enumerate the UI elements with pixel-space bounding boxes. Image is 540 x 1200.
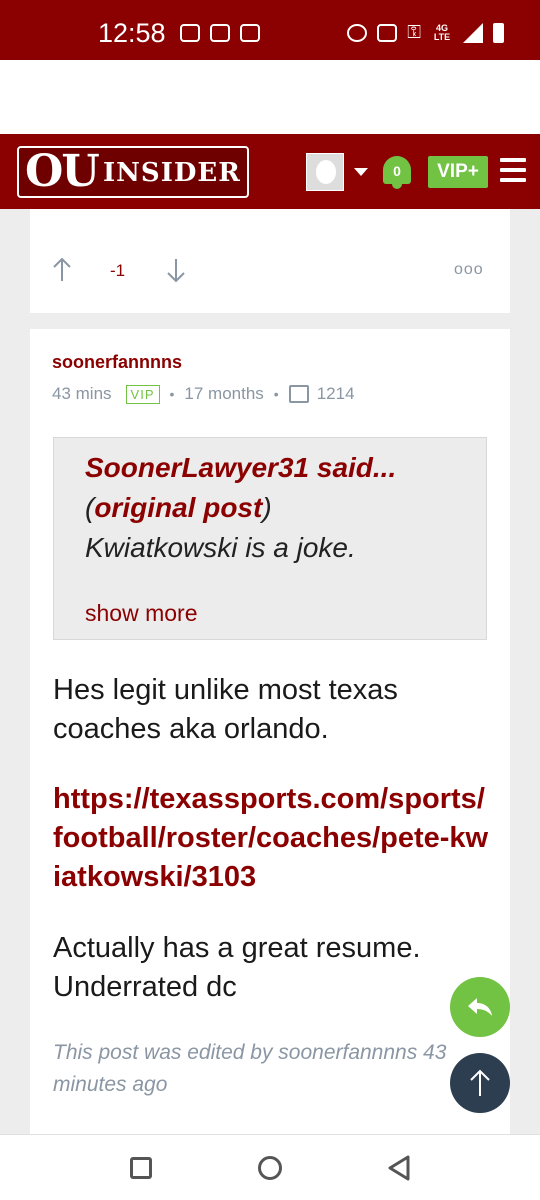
system-icons: ⚿ 4G LTE [347, 22, 504, 43]
battery-icon [493, 22, 504, 43]
downvote-arrow-icon[interactable] [166, 257, 186, 283]
status-bar: 12:58 ⚿ 4G LTE [0, 0, 540, 60]
instagram-icon [240, 24, 260, 42]
post-count: 1214 [316, 384, 355, 403]
more-options-icon[interactable]: ooo [454, 261, 484, 279]
reply-button[interactable] [450, 977, 510, 1037]
quote-block: SoonerLawyer31 said... (original post) K… [53, 437, 487, 640]
post-card: soonerfannnns 43 mins VIP • 17 months • … [30, 329, 510, 1134]
logo-insider: INSIDER [103, 158, 241, 188]
meta-separator: • [273, 386, 279, 402]
vip-badge: VIP [125, 384, 160, 404]
signal-icon [463, 22, 483, 43]
post-paragraph: Actually has a great resume. Underrated … [53, 932, 421, 1003]
nfc-icon [377, 23, 398, 42]
post-paragraph: Hes legit unlike most texas coaches aka … [53, 674, 398, 745]
scroll-to-top-button[interactable] [450, 1053, 510, 1113]
original-post-link[interactable]: original post [94, 492, 262, 523]
chevron-down-icon[interactable] [354, 168, 368, 176]
previous-post-card: -1 ooo [30, 209, 510, 313]
meta-separator: • [169, 386, 175, 402]
post-author[interactable]: soonerfannnns [52, 352, 182, 373]
logo-ou: OU [25, 146, 100, 197]
upvote-arrow-icon[interactable] [52, 257, 72, 283]
post-link[interactable]: https://texassports.com/sports/football/… [53, 780, 493, 897]
arrow-up-icon [470, 1069, 490, 1096]
radio-icon [180, 24, 200, 42]
browser-blank-area [0, 60, 540, 134]
hamburger-menu-icon[interactable] [500, 158, 526, 182]
recent-apps-icon[interactable] [130, 1157, 152, 1179]
user-avatar[interactable] [306, 153, 344, 191]
show-more-link[interactable]: show more [85, 600, 197, 627]
quote-close-paren: ) [262, 492, 272, 523]
reply-arrow-icon [468, 998, 492, 1016]
vip-plus-button[interactable]: VIP+ [428, 156, 488, 188]
quote-original-line: (original post) [85, 492, 272, 524]
back-icon[interactable] [386, 1154, 412, 1182]
mail-icon [210, 24, 230, 42]
notification-icons [180, 24, 260, 42]
network-label: 4G LTE [433, 22, 451, 42]
vote-count: -1 [110, 261, 126, 280]
member-age: 17 months [184, 384, 264, 403]
android-nav-bar [0, 1134, 540, 1200]
key-icon: ⚿ [407, 22, 421, 42]
quote-open-paren: ( [85, 492, 95, 523]
quote-author[interactable]: SoonerLawyer31 said... [85, 452, 396, 484]
quote-text: Kwiatkowski is a joke. [85, 532, 356, 563]
avatar-silhouette [316, 160, 336, 184]
bell-clapper [392, 184, 402, 189]
alarm-icon [347, 23, 368, 42]
post-meta: 43 mins VIP • 17 months • 1214 [52, 384, 355, 404]
site-logo[interactable]: OU INSIDER [17, 146, 249, 198]
post-time: 43 mins [52, 384, 112, 403]
edited-note: This post was edited by soonerfannnns 43… [53, 1041, 447, 1096]
notifications-bell-icon[interactable]: 0 [381, 152, 413, 190]
status-time: 12:58 [98, 18, 166, 48]
comment-icon [288, 385, 309, 403]
home-icon[interactable] [258, 1156, 282, 1180]
notification-count: 0 [393, 163, 401, 179]
